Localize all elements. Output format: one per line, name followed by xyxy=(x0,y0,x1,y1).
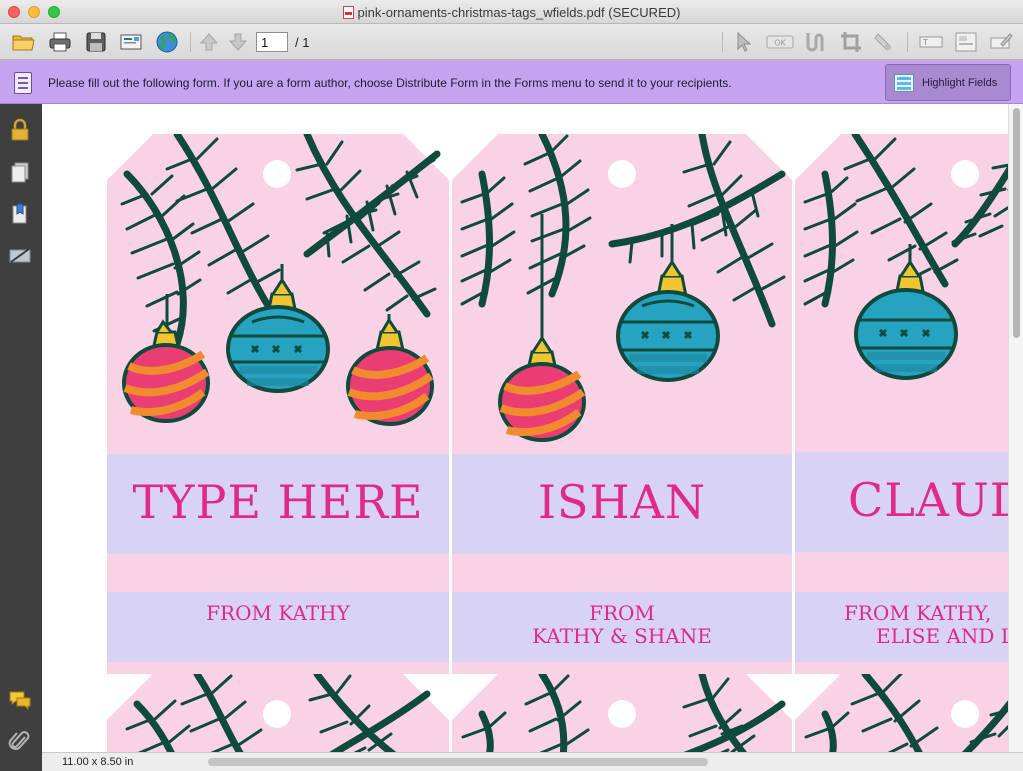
page-number-input[interactable] xyxy=(256,32,288,52)
gift-tag xyxy=(107,674,449,752)
form-notice-message: Please fill out the following form. If y… xyxy=(48,76,732,90)
tag-from-field[interactable]: FROM KATHY & SHANE xyxy=(452,600,792,652)
window-title: pink-ornaments-christmas-tags_wfields.pd… xyxy=(357,5,681,20)
document-canvas: TYPE HERE FROM KATHY ISHAN FROM KATHY & … xyxy=(42,104,1023,752)
page-size-label: 11.00 x 8.50 in xyxy=(62,756,134,768)
tag-artwork xyxy=(795,134,1023,674)
lock-icon[interactable] xyxy=(8,118,32,142)
tag-from-line-1: FROM KATHY xyxy=(206,601,350,625)
tag-artwork xyxy=(107,134,449,674)
gift-tag: ISHAN FROM KATHY & SHANE xyxy=(452,134,792,674)
select-arrow-icon[interactable] xyxy=(731,30,755,54)
attachment-icon[interactable] xyxy=(8,730,32,754)
list-field-icon[interactable] xyxy=(954,30,978,54)
gift-tag: TYPE HERE FROM KATHY xyxy=(107,134,449,674)
gift-tag: CLAUD FROM KATHY, ELISE AND L xyxy=(795,134,1023,674)
gift-tag xyxy=(795,674,1023,752)
signatures-icon[interactable] xyxy=(8,244,32,268)
tag-name-field[interactable]: TYPE HERE xyxy=(107,470,449,534)
bookmarks-icon[interactable] xyxy=(8,202,32,226)
sign-icon[interactable] xyxy=(989,30,1013,54)
window-title-wrap: pink-ornaments-christmas-tags_wfields.pd… xyxy=(0,5,1023,20)
web-globe-icon[interactable] xyxy=(155,30,179,54)
page-up-arrow-icon[interactable] xyxy=(197,30,221,54)
save-disk-icon[interactable] xyxy=(84,30,108,54)
form-document-icon xyxy=(14,72,32,94)
tag-artwork xyxy=(452,674,792,752)
highlight-fields-icon xyxy=(894,74,914,92)
text-select-icon[interactable] xyxy=(802,30,826,54)
form-notice-bar: Please fill out the following form. If y… xyxy=(0,60,1023,104)
gift-tag xyxy=(452,674,792,752)
page-count-label: / 1 xyxy=(295,35,310,50)
horizontal-scrollbar[interactable] xyxy=(208,758,708,766)
svg-text:OK: OK xyxy=(774,39,786,48)
toolbar-separator xyxy=(190,32,191,52)
pages-icon[interactable] xyxy=(8,160,32,184)
svg-text:T: T xyxy=(922,38,928,47)
highlight-fields-label: Highlight Fields xyxy=(922,77,998,89)
touchup-icon[interactable] xyxy=(872,30,896,54)
pdf-file-icon xyxy=(342,6,354,19)
toolbar-separator xyxy=(722,32,723,52)
print-icon[interactable] xyxy=(48,30,72,54)
email-icon[interactable] xyxy=(119,30,143,54)
tag-artwork xyxy=(795,674,1023,752)
tag-name-field[interactable]: CLAUD xyxy=(795,468,1023,532)
tag-from-line-2: KATHY & SHANE xyxy=(532,624,712,648)
title-bar: pink-ornaments-christmas-tags_wfields.pd… xyxy=(0,0,1023,24)
tag-artwork xyxy=(452,134,792,674)
vertical-scrollbar[interactable] xyxy=(1008,104,1023,752)
comments-icon[interactable] xyxy=(8,688,32,712)
pdf-viewer-window: pink-ornaments-christmas-tags_wfields.pd… xyxy=(0,0,1023,771)
tag-from-line-2: ELISE AND L xyxy=(876,624,1015,648)
vertical-scroll-thumb[interactable] xyxy=(1013,108,1020,338)
tag-from-field[interactable]: FROM KATHY xyxy=(107,600,449,652)
ok-button-icon[interactable]: OK xyxy=(766,30,794,54)
status-bar: 11.00 x 8.50 in xyxy=(42,752,1023,771)
tag-from-field[interactable]: FROM KATHY, ELISE AND L xyxy=(795,600,1023,652)
tag-artwork xyxy=(107,674,449,752)
page-down-arrow-icon[interactable] xyxy=(226,30,250,54)
tag-name-field[interactable]: ISHAN xyxy=(452,470,792,534)
toolbar-separator xyxy=(907,32,908,52)
toolbar: / 1 OK T xyxy=(0,24,1023,60)
open-folder-icon[interactable] xyxy=(11,30,35,54)
highlight-fields-button[interactable]: Highlight Fields xyxy=(885,64,1011,101)
crop-icon[interactable] xyxy=(839,30,863,54)
tag-from-line-1: FROM xyxy=(589,601,655,625)
text-field-icon[interactable]: T xyxy=(919,30,943,54)
tag-from-line-1: FROM KATHY, xyxy=(844,601,992,625)
navigation-sidebar xyxy=(0,104,42,771)
